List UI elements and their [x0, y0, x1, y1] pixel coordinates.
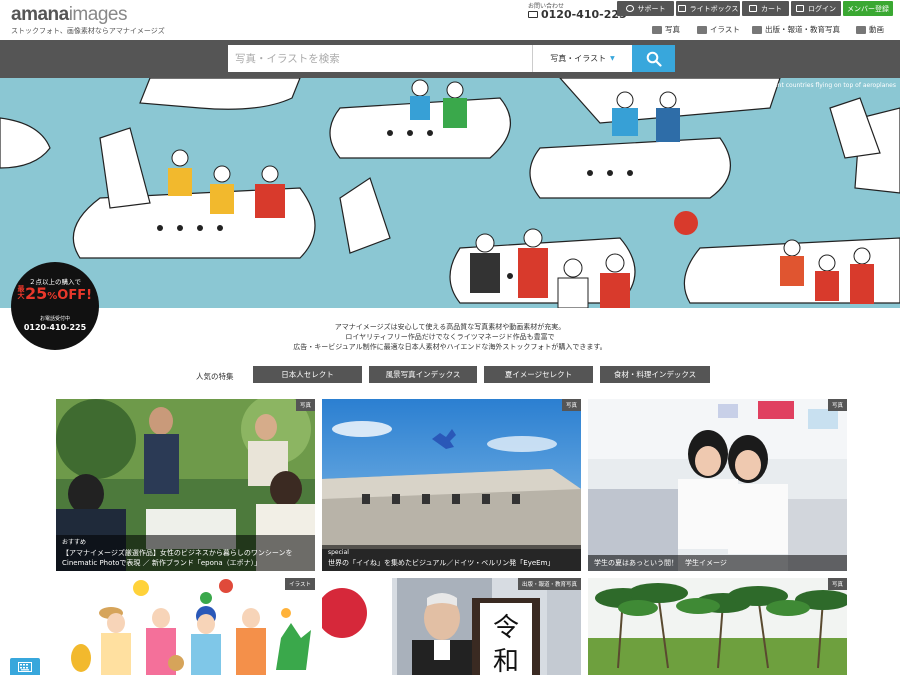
category-press[interactable]: 出版・報道・教育写真 [752, 24, 840, 35]
phone-number: 0120-410-225 [528, 8, 627, 21]
cart-icon [749, 5, 757, 12]
member-register-button[interactable]: メンバー登録 [843, 1, 893, 16]
tag-food-index[interactable]: 食材・料理インデックス [600, 366, 710, 383]
question-icon [625, 5, 634, 12]
cart-button[interactable]: カート [742, 1, 789, 16]
hero-caption: People from lots of different countries … [700, 82, 896, 89]
card-illustration [56, 578, 315, 675]
tag-japanese-select[interactable]: 日本人セレクト [253, 366, 362, 383]
card-badge: 写真 [827, 399, 847, 411]
search-button[interactable] [632, 45, 675, 72]
feature-card-students[interactable]: 写真 学生の夏はあっという間！ 学生イメージ [588, 399, 847, 571]
popular-features-label: 人気の特集 [196, 372, 234, 381]
search-icon [646, 51, 662, 67]
hero-banner[interactable]: People from lots of different countries … [0, 78, 900, 308]
card-badge: 写真 [561, 399, 581, 411]
support-button[interactable]: サポート [617, 1, 674, 16]
category-video[interactable]: 動画 [856, 24, 884, 35]
feature-card-illustration[interactable]: イラスト [56, 578, 315, 675]
lightbox-button[interactable]: ライトボックス [676, 1, 740, 16]
tag-landscape-index[interactable]: 風景写真インデックス [369, 366, 477, 383]
intro-text: アマナイメージズは安心して使える高品質な写真素材や動画素材が充実。 ロイヤリティ… [293, 323, 607, 351]
feature-card-eyeem[interactable]: 写真 special 世界の「イイね」を集めたビジュアル／ドイツ・ベルリン発「E… [322, 399, 581, 571]
phone-icon [528, 11, 538, 18]
caret-down-icon: ▼ [610, 55, 615, 62]
logo[interactable]: amanaimages [11, 4, 127, 26]
category-illust[interactable]: イラスト [697, 24, 740, 35]
photo-icon [652, 25, 662, 34]
site-header: amanaimages ストックフォト、画像素材ならアマナイメージズ お問い合わ… [0, 0, 900, 40]
hero-illustration [0, 78, 900, 308]
keyboard-icon [18, 661, 32, 672]
feature-card-press[interactable]: 令 和 出版・報道・教育写真 [322, 578, 581, 675]
login-button[interactable]: ログイン [791, 1, 841, 16]
search-input[interactable]: 写真・イラストを検索 [228, 45, 532, 72]
card-caption: special 世界の「イイね」を集めたビジュアル／ドイツ・ベルリン発「EyeE… [322, 545, 581, 571]
discount-promo-badge[interactable]: ２点以上の購入で 最大25%OFF! お電話受付中 0120-410-225 [11, 262, 99, 350]
search-bar: 写真・イラストを検索 写真・イラスト ▼ [0, 40, 900, 78]
svg-text:令: 令 [493, 613, 519, 643]
login-icon [796, 5, 804, 12]
video-icon [856, 25, 866, 34]
category-photo[interactable]: 写真 [652, 24, 680, 35]
tag-summer-select[interactable]: 夏イメージセレクト [484, 366, 593, 383]
svg-text:和: 和 [493, 647, 519, 675]
press-icon [752, 25, 762, 34]
card-photo [588, 399, 847, 571]
card-badge: イラスト [285, 578, 315, 590]
card-badge: 出版・報道・教育写真 [517, 578, 581, 590]
feature-card-epona[interactable]: 写真 おすすめ 【アマナイメージズ厳選作品】女性のビジネスから暮らしのワンシーン… [56, 399, 315, 571]
tagline: ストックフォト、画像素材ならアマナイメージズ [11, 27, 165, 35]
card-photo [588, 578, 847, 675]
keyboard-float-button[interactable] [10, 658, 40, 675]
card-badge: 写真 [295, 399, 315, 411]
lightbox-icon [677, 5, 686, 12]
illust-icon [697, 25, 707, 34]
search-type-select[interactable]: 写真・イラスト ▼ [532, 45, 632, 72]
card-caption: 学生の夏はあっという間！ 学生イメージ [588, 555, 847, 571]
card-photo: 令 和 [322, 578, 581, 675]
card-badge: 写真 [827, 578, 847, 590]
feature-card-tropical[interactable]: 写真 [588, 578, 847, 675]
card-caption: おすすめ 【アマナイメージズ厳選作品】女性のビジネスから暮らしのワンシーンを C… [56, 535, 315, 571]
